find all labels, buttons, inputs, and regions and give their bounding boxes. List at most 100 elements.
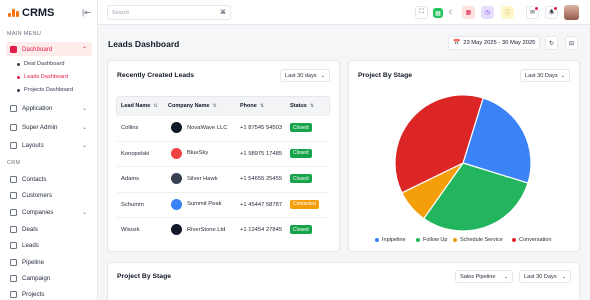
bottom-period-select[interactable]: Last 30 Days ⌄: [519, 270, 571, 283]
company-logo-icon: [171, 173, 182, 185]
company-cell[interactable]: Summit Peak: [171, 198, 221, 210]
super-admin-icon: [10, 123, 17, 131]
project-stage-pie-chart: [394, 94, 532, 232]
crm-label: CRM: [7, 160, 21, 166]
chevron-down-icon: ⌄: [81, 209, 87, 216]
sidebar-item-layouts[interactable]: Layouts ⌄: [6, 138, 92, 152]
company-cell[interactable]: RiverStone Ltd: [171, 224, 225, 236]
legend-dot-icon: [416, 238, 420, 242]
phone-cell: +1 98975 17485: [240, 150, 283, 157]
topbar: Search ⌘ ⛶ ▦ ☾ ▦ ◷ ⓘ ✉ 🕭: [98, 0, 590, 25]
pipeline-select[interactable]: Sales Pipeline ⌄: [455, 270, 513, 283]
col-status[interactable]: Status ⇅: [290, 103, 314, 109]
refresh-icon[interactable]: ↻: [545, 36, 558, 50]
bottom-project-stage-card: Project By Stage Sales Pipeline ⌄ Last 3…: [107, 262, 580, 300]
phone-cell: +1 45447 58787: [240, 201, 283, 208]
sidebar-item-companies[interactable]: Companies ⌄: [6, 205, 92, 219]
date-range-picker[interactable]: 📅 23 May 2025 - 30 May 2025: [448, 36, 540, 50]
command-key-icon: ⌘: [220, 10, 226, 16]
chevron-down-icon: ⌄: [81, 105, 87, 112]
phone-cell: +1 87545 54503: [240, 125, 283, 131]
collapse-icon[interactable]: ⊟: [565, 36, 578, 50]
pipeline-icon: [10, 258, 17, 266]
app-name: CRMS: [22, 7, 55, 19]
lead-name-cell[interactable]: Adams: [121, 176, 139, 182]
subitem-deal-dashboard[interactable]: Deal Dashboard: [17, 61, 64, 67]
sidebar-item-campaign[interactable]: Campaign: [6, 271, 92, 285]
search-input[interactable]: Search ⌘: [107, 5, 231, 20]
subitem-projects-dashboard[interactable]: Projects Dashboard: [17, 87, 73, 93]
legend-item[interactable]: Follow Up: [416, 237, 447, 243]
recent-leads-period-select[interactable]: Last 30 days ⌄: [280, 69, 330, 82]
col-lead-name[interactable]: Lead Name ⇅: [121, 103, 158, 109]
sidebar-item-application[interactable]: Application ⌄: [6, 101, 92, 115]
sidebar-item-projects[interactable]: Projects: [6, 287, 92, 300]
lead-name-cell[interactable]: Schumm: [121, 202, 144, 208]
table-row[interactable]: Schumm Summit Peak +1 45447 58787 Contacted: [117, 191, 329, 218]
company-cell[interactable]: BlueSky: [171, 147, 208, 159]
legend-dot-icon: [453, 238, 457, 242]
layouts-icon: [10, 141, 17, 149]
company-cell[interactable]: NovaWave LLC: [171, 122, 227, 133]
companies-icon: [10, 208, 17, 216]
info-icon[interactable]: ⓘ: [501, 6, 514, 19]
table-row[interactable]: Collins NovaWave LLC +1 87545 54503 Closed: [117, 115, 329, 141]
table-header: Lead Name ⇅ Company Name ⇅ Phone ⇅ Status ⇅: [117, 97, 329, 115]
lead-name-cell[interactable]: Wisozk: [121, 227, 140, 233]
moon-icon[interactable]: ☾: [445, 6, 458, 19]
calendar-icon: 📅: [453, 40, 461, 46]
status-badge: Closed: [290, 174, 312, 184]
projects-icon: [10, 290, 17, 298]
table-row[interactable]: Wisozk RiverStone Ltd +1 12454 27845 Closed: [117, 217, 329, 243]
card-title: Project By Stage: [117, 273, 172, 280]
application-icon: [10, 104, 17, 112]
app-logo[interactable]: CRMS: [8, 7, 54, 19]
col-company-name[interactable]: Company Name ⇅: [168, 103, 217, 109]
sidebar-item-dashboard[interactable]: Dashboard ⌃: [6, 42, 92, 56]
contacts-icon: [10, 175, 17, 183]
page-title: Leads Dashboard: [108, 39, 180, 49]
bell-icon[interactable]: 🕭: [545, 6, 558, 19]
fullscreen-icon[interactable]: ⛶: [415, 6, 428, 19]
customers-icon: [10, 191, 17, 199]
chevron-down-icon: ⌄: [560, 72, 565, 79]
legend-item[interactable]: Conversation: [512, 237, 551, 243]
company-logo-icon: [171, 147, 182, 159]
grid-icon[interactable]: ▦: [462, 6, 475, 19]
clock-icon[interactable]: ◷: [481, 6, 494, 19]
avatar[interactable]: [564, 5, 579, 20]
company-logo-icon: [171, 198, 182, 210]
company-logo-icon: [171, 122, 182, 133]
legend-dot-icon: [375, 238, 379, 242]
messages-icon[interactable]: ✉: [526, 6, 539, 19]
phone-cell: +1 12454 27845: [240, 227, 283, 234]
lead-name-cell[interactable]: Collins: [121, 125, 138, 131]
layout-toggle-icon[interactable]: ▦: [433, 8, 443, 18]
sidebar-item-leads[interactable]: Leads: [6, 238, 92, 252]
status-badge: Contacted: [290, 199, 319, 209]
col-phone[interactable]: Phone ⇅: [240, 103, 264, 109]
crms-logo-icon: [8, 9, 19, 17]
sidebar-item-deals[interactable]: Deals: [6, 222, 92, 236]
leads-icon: [10, 241, 17, 249]
table-row[interactable]: Konopelski BlueSky +1 98975 17485 Closed: [117, 140, 329, 167]
dashboard-icon: [10, 45, 17, 53]
status-badge: Closed: [290, 123, 312, 132]
sidebar-item-super-admin[interactable]: Super Admin ⌄: [6, 120, 92, 134]
company-cell[interactable]: Silver Hawk: [171, 173, 218, 185]
legend-item[interactable]: Inpipeline: [375, 237, 406, 243]
subitem-leads-dashboard[interactable]: Leads Dashboard: [17, 74, 68, 80]
collapse-sidebar-icon[interactable]: |⇤: [82, 8, 91, 17]
sidebar-item-pipeline[interactable]: Pipeline: [6, 255, 92, 269]
sort-icon: ⇅: [259, 103, 265, 109]
chevron-down-icon: ⌄: [81, 124, 87, 131]
deals-icon: [10, 225, 17, 233]
project-stage-period-select[interactable]: Last 30 Days ⌄: [520, 69, 570, 82]
sort-icon: ⇅: [153, 103, 158, 109]
leads-table: Lead Name ⇅ Company Name ⇅ Phone ⇅ Status ⇅ …: [116, 96, 330, 236]
sidebar-item-contacts[interactable]: Contacts: [6, 172, 92, 186]
lead-name-cell[interactable]: Konopelski: [121, 151, 149, 157]
sidebar-item-customers[interactable]: Customers: [6, 188, 92, 202]
legend-item[interactable]: Schedule Service: [453, 237, 503, 243]
table-row[interactable]: Adams Silver Hawk +1 54655 25455 Closed: [117, 166, 329, 192]
